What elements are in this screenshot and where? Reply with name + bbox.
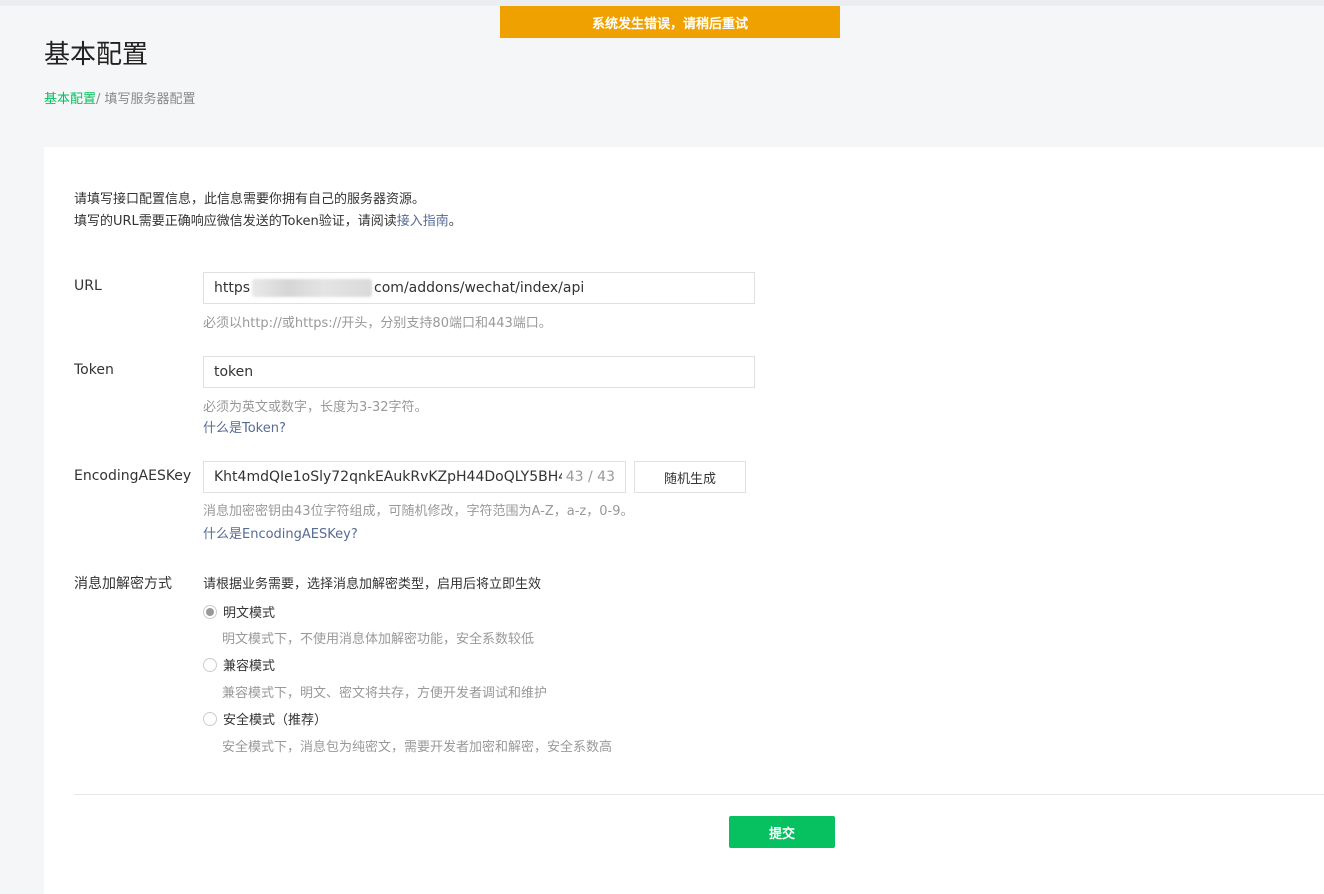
aes-input[interactable]: Kht4mdQIe1oSly72qnkEAukRvKZpH44DoQLY5BH4… xyxy=(203,461,626,493)
radio-label-compatible: 兼容模式 xyxy=(223,659,276,674)
radio-desc-secure: 安全模式下，消息包为纯密文，需要开发者加密和解密，安全系数高 xyxy=(222,740,613,755)
intro-line-2: 填写的URL需要正确响应微信发送的Token验证，请阅读接入指南。 xyxy=(74,211,462,233)
url-input[interactable]: https com/addons/wechat/index/api xyxy=(203,272,755,304)
breadcrumb-separator: / xyxy=(96,92,101,107)
aes-hint: 消息加密密钥由43位字符组成，可随机修改，字符范围为A-Z，a-z，0-9。 xyxy=(203,504,634,519)
radio-compatible-mode[interactable]: 兼容模式 xyxy=(203,655,275,674)
breadcrumb-current: 填写服务器配置 xyxy=(104,92,196,107)
error-toast: 系统发生错误，请稍后重试 xyxy=(500,6,840,38)
radio-label-plaintext: 明文模式 xyxy=(223,606,276,621)
config-card: 请填写接口配置信息，此信息需要你拥有自己的服务器资源。 填写的URL需要正确响应… xyxy=(44,147,1324,894)
access-guide-link[interactable]: 接入指南 xyxy=(397,214,449,229)
aes-help-link[interactable]: 什么是EncodingAESKey? xyxy=(203,523,358,542)
token-help-link[interactable]: 什么是Token? xyxy=(203,417,286,436)
breadcrumb: 基本配置/ 填写服务器配置 xyxy=(44,88,196,107)
intro-line-2-prefix: 填写的URL需要正确响应微信发送的Token验证，请阅读 xyxy=(74,214,397,229)
radio-desc-plaintext: 明文模式下，不使用消息体加解密功能，安全系数较低 xyxy=(222,632,535,647)
aes-label: EncodingAESKey xyxy=(74,468,192,484)
random-generate-button[interactable]: 随机生成 xyxy=(634,461,746,493)
token-input[interactable]: token xyxy=(203,356,755,388)
mode-label: 消息加解密方式 xyxy=(74,576,172,592)
radio-checked-icon xyxy=(203,604,217,619)
breadcrumb-link-basic-config[interactable]: 基本配置 xyxy=(44,92,96,107)
intro-line-2-suffix: 。 xyxy=(448,214,462,229)
redacted-domain xyxy=(252,279,373,297)
url-hint: 必须以http://或https://开头，分别支持80端口和443端口。 xyxy=(203,316,552,331)
radio-plaintext-mode[interactable]: 明文模式 xyxy=(203,602,275,621)
radio-secure-mode[interactable]: 安全模式（推荐） xyxy=(203,709,327,728)
url-label: URL xyxy=(74,278,102,294)
submit-button[interactable]: 提交 xyxy=(729,816,835,848)
intro-line-1: 请填写接口配置信息，此信息需要你拥有自己的服务器资源。 xyxy=(74,192,426,207)
radio-label-secure: 安全模式（推荐） xyxy=(223,713,328,728)
radio-unchecked-icon xyxy=(203,711,217,726)
page-title: 基本配置 xyxy=(44,40,149,70)
aes-char-count: 43 / 43 xyxy=(565,469,615,485)
mode-description: 请根据业务需要，选择消息加解密类型，启用后将立即生效 xyxy=(203,577,542,592)
url-value-suffix: com/addons/wechat/index/api xyxy=(374,280,585,296)
url-value-prefix: https xyxy=(214,280,251,296)
radio-desc-compatible: 兼容模式下，明文、密文将共存，方便开发者调试和维护 xyxy=(222,686,548,701)
token-value: token xyxy=(214,364,254,380)
form-divider xyxy=(74,794,1324,795)
token-hint: 必须为英文或数字，长度为3-32字符。 xyxy=(203,400,428,415)
radio-unchecked-icon xyxy=(203,657,217,672)
token-label: Token xyxy=(74,362,114,378)
intro-text: 请填写接口配置信息，此信息需要你拥有自己的服务器资源。 填写的URL需要正确响应… xyxy=(74,189,462,233)
aes-value: Kht4mdQIe1oSly72qnkEAukRvKZpH44DoQLY5BH4… xyxy=(214,469,562,485)
